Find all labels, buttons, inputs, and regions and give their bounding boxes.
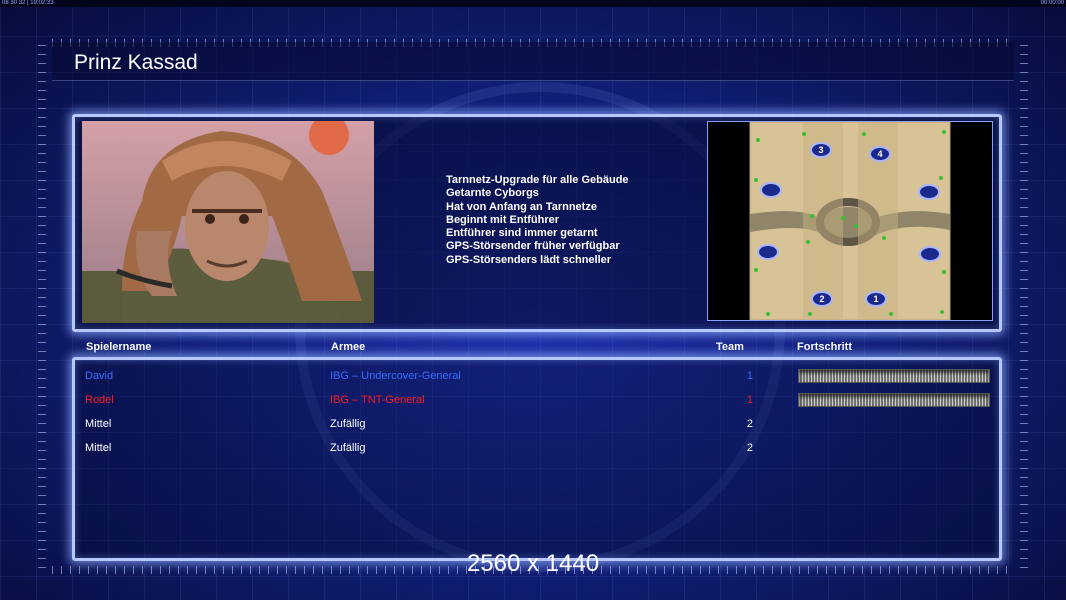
resolution-label: 2560 x 1440 xyxy=(466,550,600,577)
column-header-team: Team xyxy=(716,341,744,353)
player-army: Zufällig xyxy=(330,418,366,430)
player-name: Mittel xyxy=(85,442,112,454)
feature-line: Entführer sind immer getarnt xyxy=(446,227,598,240)
feature-line: Tarnnetz-Upgrade für alle Gebäude xyxy=(446,174,629,186)
player-team: 1 xyxy=(746,394,753,406)
player-name: David xyxy=(85,370,114,382)
column-header-player: Spielername xyxy=(86,341,152,353)
feature-line: GPS-Störsender früher verfügbar xyxy=(446,240,620,253)
player-progress-bar xyxy=(798,393,990,407)
hud-clock-right: 00:00:00 xyxy=(1040,0,1064,6)
player-name: Rodel xyxy=(85,394,114,406)
progress-fill xyxy=(799,370,989,382)
map-start-3: 3 xyxy=(818,145,823,155)
player-army: IBG – TNT-General xyxy=(330,394,425,406)
general-info-panel: Tarnnetz-Upgrade für alle Gebäude Getarn… xyxy=(72,114,1002,332)
player-team: 2 xyxy=(746,442,753,454)
player-row[interactable]: Mittel Zufällig 2 xyxy=(75,436,999,456)
general-features-list: Tarnnetz-Upgrade für alle Gebäude Getarn… xyxy=(446,174,629,267)
general-portrait xyxy=(82,121,374,323)
column-header-progress: Fortschritt xyxy=(797,341,852,353)
player-list-panel: David IBG – Undercover-General 1 Rodel I… xyxy=(72,357,1002,561)
player-name: Mittel xyxy=(85,418,112,430)
player-row[interactable]: David IBG – Undercover-General 1 xyxy=(75,364,999,384)
feature-line: Getarnte Cyborgs xyxy=(446,187,539,200)
hud-top-bar: 08 30 32 | 19:02:33 00:00:00 xyxy=(0,0,1066,7)
map-start-1: 1 xyxy=(873,294,878,304)
player-progress-bar xyxy=(798,369,990,383)
title-bar: Prinz Kassad xyxy=(52,42,1014,81)
feature-line: Hat von Anfang an Tarnnetze xyxy=(446,200,597,213)
player-army: IBG – Undercover-General xyxy=(330,370,461,382)
player-team: 2 xyxy=(746,418,753,430)
map-start-2: 2 xyxy=(819,294,824,304)
player-row[interactable]: Mittel Zufällig 2 xyxy=(75,412,999,432)
progress-fill xyxy=(799,394,989,406)
player-row[interactable]: Rodel IBG – TNT-General 1 xyxy=(75,388,999,408)
frame-ruler-left xyxy=(38,40,46,568)
frame-ruler-right xyxy=(1020,40,1028,568)
feature-line: Beginnt mit Entführer xyxy=(446,213,560,226)
map-preview[interactable]: 3 4 2 1 xyxy=(707,121,993,321)
map-start-4: 4 xyxy=(877,149,882,159)
player-team: 1 xyxy=(746,370,753,382)
column-header-army: Armee xyxy=(331,341,366,353)
hud-clock-left: 08 30 32 | 19:02:33 xyxy=(2,0,54,6)
feature-line: GPS-Störsenders lädt schneller xyxy=(446,253,612,266)
general-title: Prinz Kassad xyxy=(74,51,198,74)
player-army: Zufällig xyxy=(330,442,366,454)
